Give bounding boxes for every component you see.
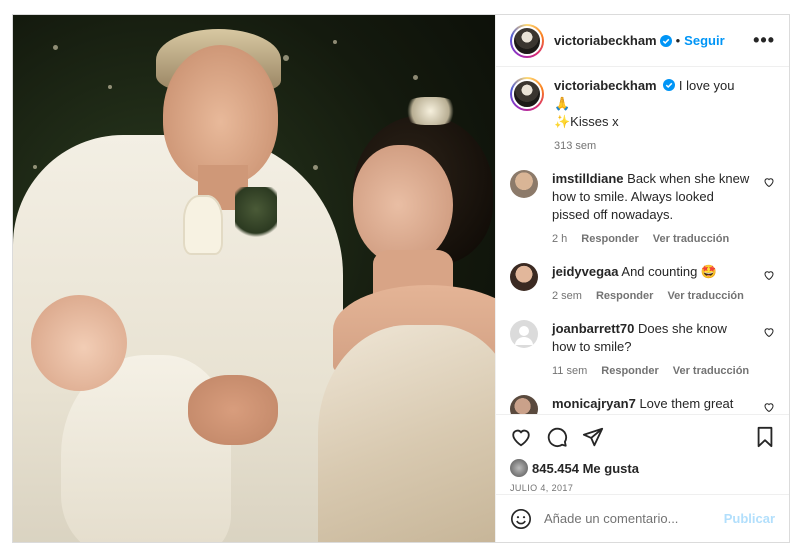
holding-hands	[188, 375, 278, 445]
commenter-avatar[interactable]	[510, 395, 538, 414]
groom-tie	[183, 195, 223, 255]
bookmark-icon[interactable]	[755, 426, 775, 448]
comment-username[interactable]: joanbarrett70	[552, 321, 634, 336]
liker-avatar	[510, 459, 528, 477]
reply-button[interactable]: Responder	[601, 362, 658, 380]
post-header: victoriabeckham • Seguir •••	[496, 15, 789, 67]
post-side-panel: victoriabeckham • Seguir ••• victoriabec…	[495, 15, 789, 542]
comment-item: jeidyvegaa And counting 🤩 2 sem Responde…	[510, 263, 775, 305]
default-avatar-icon[interactable]	[510, 320, 538, 348]
comments-list[interactable]: victoriabeckham I love you 🙏 ✨Kisses x 3…	[496, 67, 789, 414]
likes-count[interactable]: 845.454 Me gusta	[510, 459, 775, 477]
comment-input[interactable]: Añade un comentario...	[544, 511, 724, 526]
commenter-avatar[interactable]	[510, 170, 538, 198]
author-avatar[interactable]	[510, 23, 544, 58]
post-date: JULIO 4, 2017	[510, 483, 574, 493]
emoji-icon[interactable]	[510, 508, 532, 530]
post-modal: victoriabeckham • Seguir ••• victoriabec…	[12, 14, 790, 543]
like-comment-heart-icon[interactable]	[763, 176, 775, 188]
reply-button[interactable]: Responder	[581, 230, 638, 248]
author-username[interactable]: victoriabeckham	[554, 33, 657, 48]
like-comment-heart-icon[interactable]	[763, 269, 775, 281]
caption: victoriabeckham I love you 🙏 ✨Kisses x 3…	[510, 77, 775, 155]
groom-head	[163, 45, 278, 185]
comment-time: 2 h	[552, 233, 568, 245]
comment-item: joanbarrett70 Does she know how to smile…	[510, 320, 775, 380]
comment-time: 2 sem	[552, 290, 582, 302]
wedding-dress	[318, 325, 495, 542]
post-actions: 845.454 Me gusta JULIO 4, 2017	[496, 414, 789, 494]
translate-button[interactable]: Ver traducción	[673, 362, 749, 380]
translate-button[interactable]: Ver traducción	[667, 287, 743, 305]
comment-item: imstilldiane Back when she knew how to s…	[510, 170, 775, 248]
caption-time: 313 sem	[554, 140, 597, 152]
caption-avatar[interactable]	[510, 77, 544, 111]
caption-text-line2: ✨Kisses x	[554, 114, 619, 129]
post-comment-button[interactable]: Publicar	[724, 511, 775, 526]
commenter-avatar[interactable]	[510, 263, 538, 291]
comment-icon[interactable]	[546, 426, 568, 448]
like-comment-heart-icon[interactable]	[763, 401, 775, 413]
share-icon[interactable]	[582, 426, 604, 448]
tiara	[403, 97, 458, 125]
add-comment-bar: Añade un comentario... Publicar	[496, 494, 789, 542]
bride-figure	[313, 75, 495, 542]
comment-username[interactable]: monicajryan7	[552, 396, 636, 411]
caption-username[interactable]: victoriabeckham	[554, 78, 657, 93]
translate-button[interactable]: Ver traducción	[653, 230, 729, 248]
more-icon[interactable]: •••	[753, 30, 775, 51]
comment-text: And counting 🤩	[621, 264, 718, 279]
verified-icon	[663, 79, 676, 91]
verified-icon	[659, 34, 672, 47]
comment-time: 11 sem	[552, 365, 588, 377]
comment-username[interactable]: jeidyvegaa	[552, 264, 619, 279]
heart-icon[interactable]	[510, 426, 532, 448]
post-photo[interactable]	[13, 15, 495, 542]
follow-button[interactable]: Seguir	[684, 33, 724, 48]
boutonniere	[235, 187, 277, 243]
reply-button[interactable]: Responder	[596, 287, 653, 305]
like-comment-heart-icon[interactable]	[763, 326, 775, 338]
comment-username[interactable]: imstilldiane	[552, 171, 624, 186]
comment-item: monicajryan7 Love them great couple she'…	[510, 395, 775, 414]
